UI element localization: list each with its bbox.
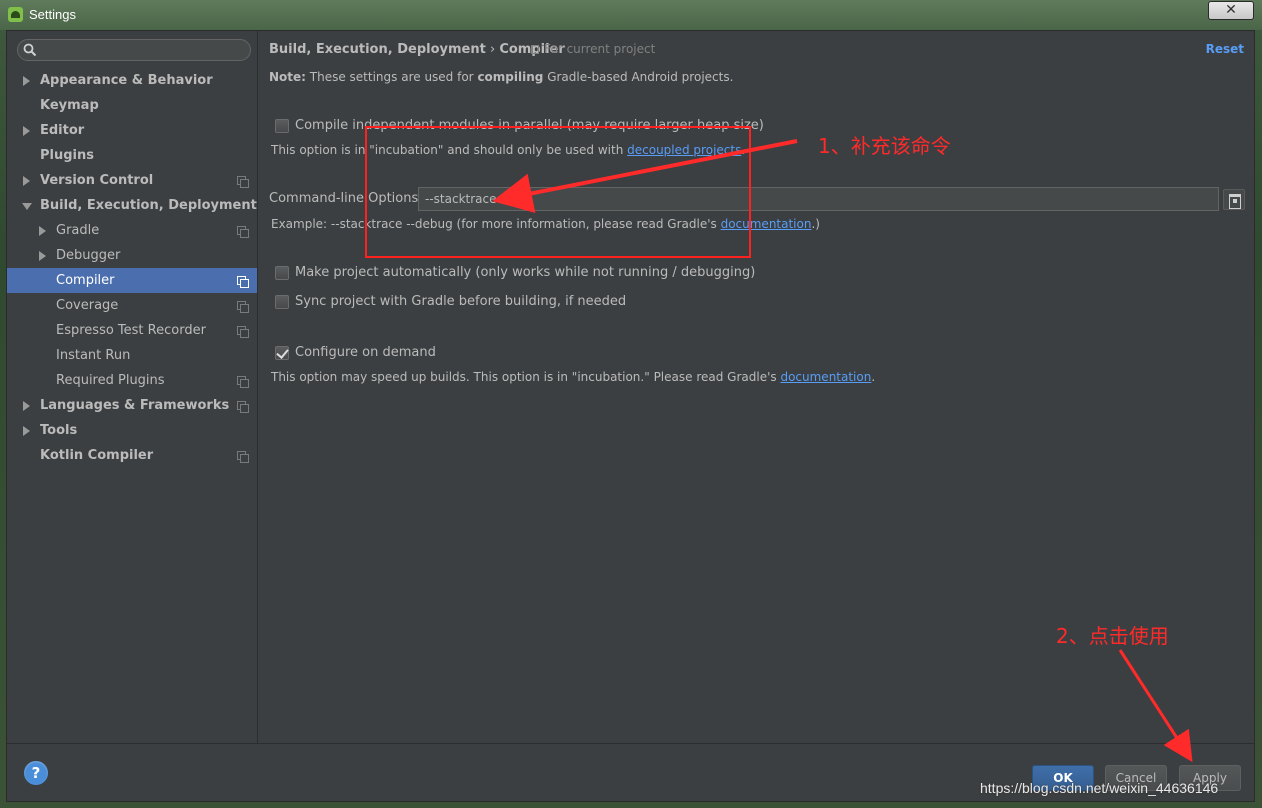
gradle-documentation-link[interactable]: documentation bbox=[721, 217, 812, 231]
expand-field-icon[interactable] bbox=[1223, 189, 1245, 210]
project-scope-icon bbox=[237, 451, 249, 463]
gradle-documentation-link[interactable]: documentation bbox=[780, 370, 871, 384]
configure-on-demand-label[interactable]: Configure on demand bbox=[295, 345, 436, 360]
hint-text: This option is in "incubation" and shoul… bbox=[271, 143, 628, 157]
breadcrumb: Build, Execution, Deployment › Compiler bbox=[269, 42, 565, 57]
expand-arrow-icon[interactable] bbox=[39, 226, 46, 236]
reset-link[interactable]: Reset bbox=[1206, 42, 1244, 56]
expand-arrow-icon[interactable] bbox=[23, 126, 30, 136]
note-text-part: Gradle-based Android projects. bbox=[543, 70, 734, 84]
sidebar-item-keymap[interactable]: Keymap bbox=[7, 93, 257, 118]
decoupled-projects-link[interactable]: decoupled projects bbox=[627, 143, 741, 157]
expand-arrow-icon[interactable] bbox=[23, 426, 30, 436]
annotation-step2: 2、点击使用 bbox=[1056, 624, 1169, 648]
expand-arrow-icon[interactable] bbox=[23, 401, 30, 411]
search-input[interactable] bbox=[41, 41, 241, 59]
sidebar-item-plugins[interactable]: Plugins bbox=[7, 143, 257, 168]
project-scope-icon bbox=[531, 45, 539, 54]
expand-arrow-icon[interactable] bbox=[39, 251, 46, 261]
parallel-label[interactable]: Compile independent modules in parallel … bbox=[295, 118, 764, 133]
sidebar-item-instant-run[interactable]: Instant Run bbox=[7, 343, 257, 368]
breadcrumb-separator: › bbox=[489, 42, 496, 57]
watermark: https://blog.csdn.net/weixin_44636146 bbox=[980, 780, 1219, 796]
project-scope-icon bbox=[237, 301, 249, 313]
sidebar-item-build-execution-deployment[interactable]: Build, Execution, Deployment bbox=[7, 193, 257, 218]
android-studio-icon bbox=[8, 7, 23, 22]
window-close-button[interactable]: ✕ bbox=[1208, 1, 1254, 20]
project-scope-icon bbox=[237, 401, 249, 413]
expand-arrow-icon[interactable] bbox=[23, 76, 30, 86]
parallel-hint: This option is in "incubation" and shoul… bbox=[271, 143, 745, 157]
note-text-part: These settings are used for bbox=[305, 70, 478, 84]
note-emphasis: compiling bbox=[477, 70, 544, 84]
project-scope-icon bbox=[237, 226, 249, 238]
note-prefix: Note: bbox=[269, 70, 306, 84]
sync-checkbox[interactable] bbox=[275, 295, 289, 309]
collapse-arrow-icon[interactable] bbox=[22, 203, 32, 210]
sidebar-item-tools[interactable]: Tools bbox=[7, 418, 257, 443]
project-scope-icon bbox=[237, 376, 249, 388]
sidebar-item-debugger[interactable]: Debugger bbox=[7, 243, 257, 268]
note-text: Note: These settings are used for compil… bbox=[269, 70, 733, 84]
scope-indicator: For current project bbox=[531, 42, 655, 56]
hint-text: . bbox=[871, 370, 876, 384]
command-line-hint: Example: --stacktrace --debug (for more … bbox=[271, 217, 820, 231]
parallel-checkbox[interactable] bbox=[275, 119, 289, 133]
annotation-step1: 1、补充该命令 bbox=[818, 134, 951, 158]
sidebar-item-required-plugins[interactable]: Required Plugins bbox=[7, 368, 257, 393]
window-title: Settings bbox=[29, 7, 76, 22]
sidebar-item-editor[interactable]: Editor bbox=[7, 118, 257, 143]
settings-dialog: Appearance & Behavior Keymap Editor Plug… bbox=[6, 30, 1255, 802]
hint-text: Example: --stacktrace --debug (for more … bbox=[271, 217, 721, 231]
sidebar-item-espresso-test-recorder[interactable]: Espresso Test Recorder bbox=[7, 318, 257, 343]
project-scope-icon bbox=[237, 176, 249, 188]
sidebar-item-version-control[interactable]: Version Control bbox=[7, 168, 257, 193]
hint-text: . bbox=[741, 143, 746, 157]
make-auto-checkbox[interactable] bbox=[275, 266, 289, 280]
expand-arrow-icon[interactable] bbox=[23, 176, 30, 186]
project-scope-icon bbox=[237, 326, 249, 338]
scope-label: For current project bbox=[544, 42, 656, 56]
sidebar-item-coverage[interactable]: Coverage bbox=[7, 293, 257, 318]
sync-label[interactable]: Sync project with Gradle before building… bbox=[295, 294, 626, 309]
window-titlebar: Settings ✕ bbox=[0, 0, 1262, 30]
sidebar-item-kotlin-compiler[interactable]: Kotlin Compiler bbox=[7, 443, 257, 468]
configure-on-demand-hint: This option may speed up builds. This op… bbox=[271, 370, 875, 384]
breadcrumb-parent[interactable]: Build, Execution, Deployment bbox=[269, 42, 486, 57]
search-icon bbox=[23, 43, 37, 57]
help-icon[interactable]: ? bbox=[24, 761, 48, 785]
make-auto-label[interactable]: Make project automatically (only works w… bbox=[295, 265, 755, 280]
sidebar-item-compiler[interactable]: Compiler bbox=[7, 268, 257, 293]
hint-text: This option may speed up builds. This op… bbox=[271, 370, 781, 384]
hint-text: .) bbox=[811, 217, 820, 231]
sidebar-item-languages-frameworks[interactable]: Languages & Frameworks bbox=[7, 393, 257, 418]
sidebar-item-appearance-behavior[interactable]: Appearance & Behavior bbox=[7, 68, 257, 93]
configure-on-demand-checkbox[interactable] bbox=[275, 346, 289, 360]
command-line-options-label: Command-line Options: bbox=[269, 191, 423, 206]
sidebar-item-gradle[interactable]: Gradle bbox=[7, 218, 257, 243]
settings-sidebar: Appearance & Behavior Keymap Editor Plug… bbox=[7, 31, 258, 743]
command-line-options-input[interactable] bbox=[418, 187, 1219, 211]
project-scope-icon bbox=[237, 276, 249, 288]
